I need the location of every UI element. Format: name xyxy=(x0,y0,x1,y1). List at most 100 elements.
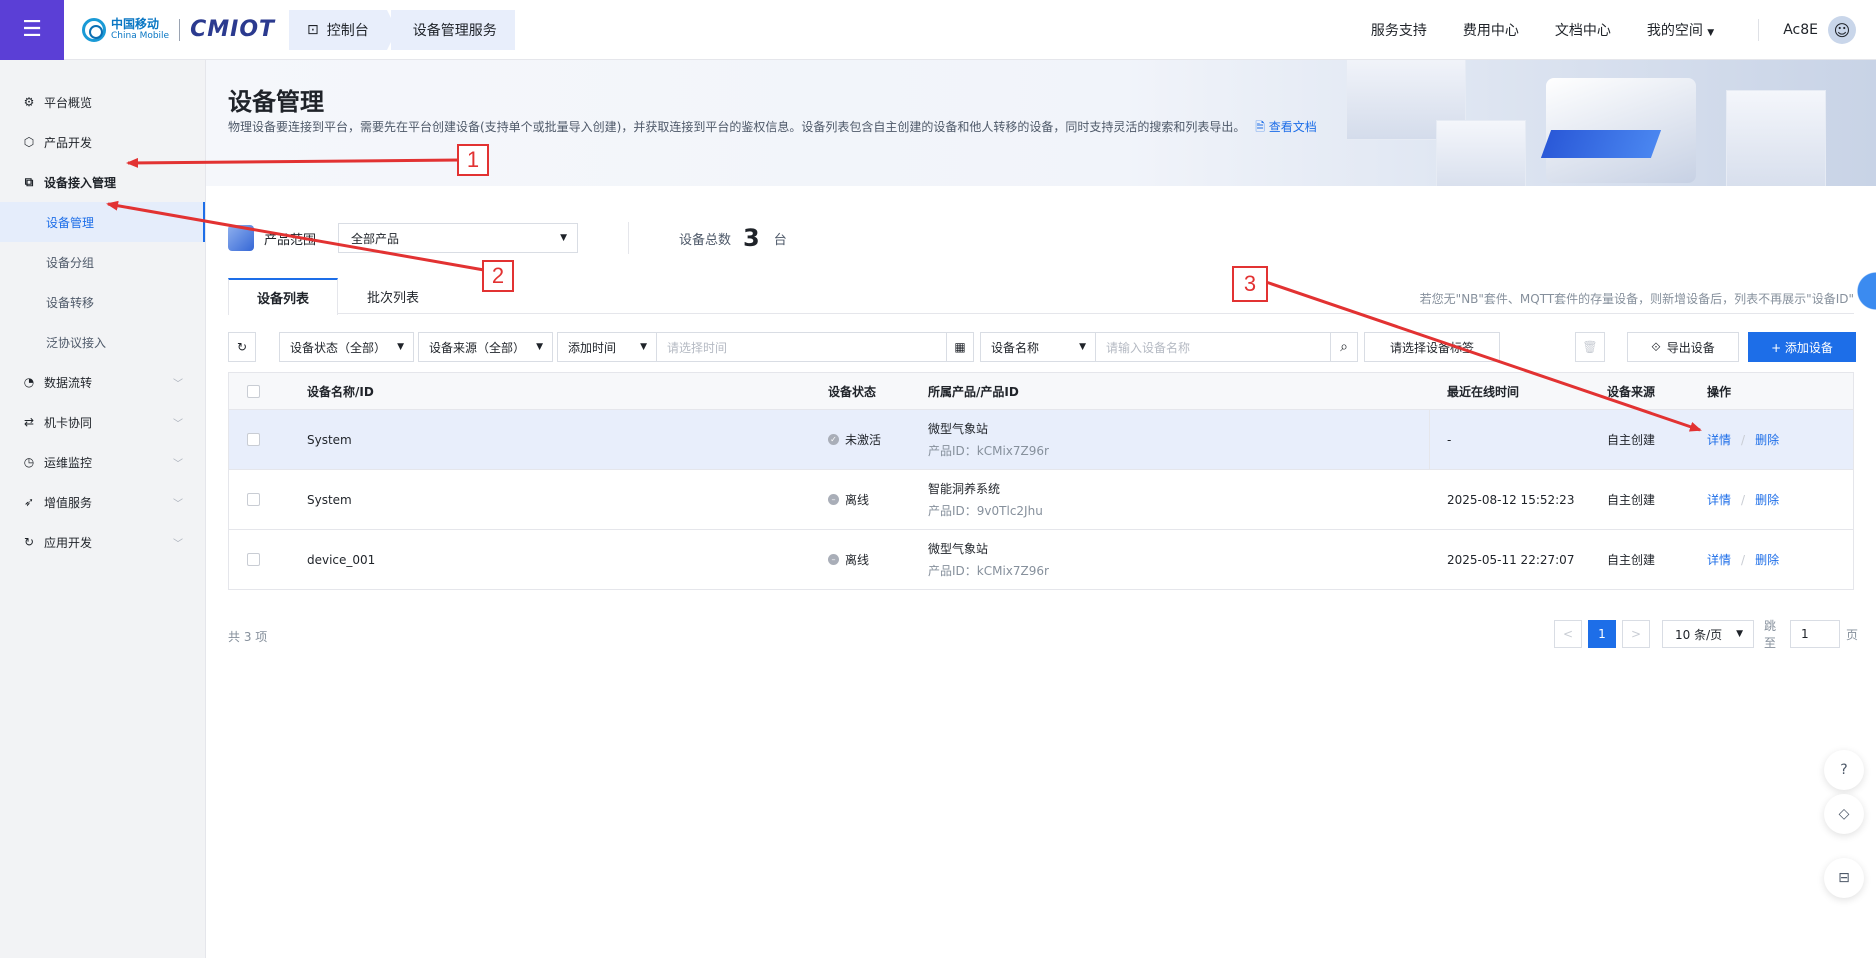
banner-decoration xyxy=(1726,90,1826,186)
sidebar-sub-device-group[interactable]: 设备分组 xyxy=(0,242,205,282)
product-cell: 微型气象站 产品ID：kCMix7Z96r xyxy=(928,530,1049,589)
jump-page-input[interactable]: 1 xyxy=(1790,620,1840,648)
sidebar-item-label: 运维监控 xyxy=(44,455,93,470)
table-row[interactable]: device_001 – 离线 微型气象站 产品ID：kCMix7Z96r 202… xyxy=(229,529,1853,589)
delete-link[interactable]: 删除 xyxy=(1755,551,1779,568)
avatar[interactable]: ☺ xyxy=(1828,16,1856,44)
table-row[interactable]: System ✓ 未激活 微型气象站 产品ID：kCMix7Z96r - 自主创建… xyxy=(229,409,1853,470)
card-sync-icon: ⇄ xyxy=(23,415,35,429)
logo[interactable]: 中国移动 China Mobile CMIOT xyxy=(82,0,275,60)
device-name: System xyxy=(307,492,352,507)
col-name: 设备名称/ID xyxy=(307,384,374,399)
monitor-icon: ◷ xyxy=(23,455,35,469)
help-icon[interactable]: ? xyxy=(1824,750,1864,790)
refresh-button[interactable]: ↻ xyxy=(228,332,256,362)
device-name: System xyxy=(307,432,352,447)
sidebar-item-app-dev[interactable]: ↻ 应用开发 ﹀ xyxy=(0,522,205,562)
delete-batch-button[interactable]: 🗑 xyxy=(1575,332,1605,362)
page-description: 物理设备要连接到平台，需要先在平台创建设备(支持单个或批量导入创建)，并获取连接… xyxy=(228,118,1317,139)
col-last-online: 最近在线时间 xyxy=(1447,384,1520,399)
page-size-value: 10 条/页 xyxy=(1675,627,1723,642)
detail-link[interactable]: 详情 xyxy=(1707,491,1731,508)
row-checkbox[interactable] xyxy=(247,493,260,506)
product-scope-select[interactable]: 全部产品 ▼ xyxy=(338,223,579,253)
time-range-input[interactable]: 请选择时间 xyxy=(656,332,947,362)
last-online: 2025-08-12 15:52:23 xyxy=(1447,492,1575,507)
nav-service-support[interactable]: 服务支持 xyxy=(1371,20,1427,40)
sidebar-item-value-added[interactable]: ➶ 增值服务 ﹀ xyxy=(0,482,205,522)
device-status-text: 离线 xyxy=(845,553,870,567)
sidebar-sub-device-management[interactable]: 设备管理 xyxy=(0,202,205,242)
doc-icon: 🗎 xyxy=(1255,120,1265,134)
status-offline-icon: – xyxy=(828,554,839,565)
delete-link[interactable]: 删除 xyxy=(1755,491,1779,508)
caret-down-icon: ▼ xyxy=(1736,629,1743,639)
tab-batch-list[interactable]: 批次列表 xyxy=(338,278,448,314)
nav-my-space[interactable]: 我的空间 ▼ xyxy=(1647,20,1714,40)
sidebar-item-overview[interactable]: ⚙ 平台概览 xyxy=(0,82,205,122)
nav-docs-center[interactable]: 文档中心 xyxy=(1555,20,1611,40)
calendar-button[interactable]: ▦ xyxy=(946,332,974,362)
page-1-button[interactable]: 1 xyxy=(1588,620,1616,648)
col-status: 设备状态 xyxy=(828,384,877,399)
action-separator: / xyxy=(1741,492,1746,507)
row-checkbox[interactable] xyxy=(247,433,260,446)
device-status-text: 离线 xyxy=(845,493,870,507)
sidebar-sub-generic-protocol[interactable]: 泛协议接入 xyxy=(0,322,205,362)
chevron-down-icon: ﹀ xyxy=(173,458,183,470)
export-devices-button[interactable]: ⟐ 导出设备 xyxy=(1627,332,1739,362)
sidebar-item-device-access[interactable]: ⧉ 设备接入管理 xyxy=(0,162,205,202)
sidebar-sub-device-transfer[interactable]: 设备转移 xyxy=(0,282,205,322)
column-divider xyxy=(1429,410,1430,470)
device-toolbar: ↻ 设备状态（全部） ▼ 设备来源（全部） ▼ 添加时间 ▼ 请选择时间 ▦ 设备名称… xyxy=(228,332,1856,364)
sidebar-item-data-flow[interactable]: ◔ 数据流转 ﹀ xyxy=(0,362,205,402)
export-icon: ⟐ xyxy=(1651,339,1661,354)
app-dev-icon: ↻ xyxy=(23,535,35,549)
delete-link[interactable]: 删除 xyxy=(1755,431,1779,448)
caret-down-icon: ▼ xyxy=(1079,342,1086,352)
row-actions: 详情 / 删除 xyxy=(1707,470,1779,529)
next-page-button[interactable]: > xyxy=(1622,620,1650,648)
name-filter-select[interactable]: 设备名称 ▼ xyxy=(980,332,1096,362)
time-filter-select[interactable]: 添加时间 ▼ xyxy=(557,332,657,362)
caret-down-icon: ▼ xyxy=(560,233,568,243)
sidebar-item-monitor[interactable]: ◷ 运维监控 ﹀ xyxy=(0,442,205,482)
status-filter-select[interactable]: 设备状态（全部） ▼ xyxy=(279,332,414,362)
nav-billing-center[interactable]: 费用中心 xyxy=(1463,20,1519,40)
view-docs-link[interactable]: 🗎 查看文档 xyxy=(1255,120,1317,134)
sidebar-item-label: 产品开发 xyxy=(44,135,93,150)
breadcrumb-label: 设备管理服务 xyxy=(412,22,497,39)
tab-device-list[interactable]: 设备列表 xyxy=(228,278,338,315)
detail-link[interactable]: 详情 xyxy=(1707,431,1731,448)
row-checkbox[interactable] xyxy=(247,553,260,566)
device-source: 自主创建 xyxy=(1607,433,1656,447)
assistant-robot-icon[interactable] xyxy=(1854,266,1876,316)
table-row[interactable]: System – 离线 智能洞养系统 产品ID：9v0Tlc2Jhu 2025-0… xyxy=(229,469,1853,529)
caret-down-icon: ▼ xyxy=(640,342,647,352)
sidebar-item-product-dev[interactable]: ⬡ 产品开发 xyxy=(0,122,205,162)
device-name-input[interactable]: 请输入设备名称 xyxy=(1095,332,1331,362)
breadcrumb-console[interactable]: ⊡ 控制台 xyxy=(289,9,397,50)
collapse-panel-icon[interactable]: ⊟ xyxy=(1824,858,1864,898)
sidebar-item-card-sync[interactable]: ⇄ 机卡协同 ﹀ xyxy=(0,402,205,442)
add-device-button[interactable]: + 添加设备 xyxy=(1748,332,1856,362)
breadcrumb-device-service[interactable]: 设备管理服务 xyxy=(390,9,515,50)
hamburger-menu-icon[interactable]: ☰ xyxy=(0,0,64,60)
source-filter-select[interactable]: 设备来源（全部） ▼ xyxy=(418,332,553,362)
device-status: – 离线 xyxy=(828,530,869,589)
table-header: 设备名称/ID 设备状态 所属产品/产品ID 最近在线时间 设备来源 操作 xyxy=(229,373,1853,409)
feedback-icon[interactable]: ◇ xyxy=(1824,794,1864,834)
product-scope-value: 全部产品 xyxy=(351,231,400,246)
product-name: 微型气象站 xyxy=(928,542,989,556)
device-tag-select[interactable]: 请选择设备标签 xyxy=(1364,332,1500,362)
detail-link[interactable]: 详情 xyxy=(1707,551,1731,568)
page-size-select[interactable]: 10 条/页 ▼ xyxy=(1662,620,1754,648)
prev-page-button[interactable]: < xyxy=(1554,620,1582,648)
chevron-down-icon: ﹀ xyxy=(173,498,183,510)
device-count-unit: 台 xyxy=(773,232,787,248)
username[interactable]: Ac8E xyxy=(1783,22,1818,38)
page-description-text: 物理设备要连接到平台，需要先在平台创建设备(支持单个或批量导入创建)，并获取连接… xyxy=(228,120,1246,134)
search-button[interactable]: ⌕ xyxy=(1330,332,1358,362)
select-all-checkbox[interactable] xyxy=(247,384,260,398)
cube-icon: ⬡ xyxy=(23,135,35,149)
